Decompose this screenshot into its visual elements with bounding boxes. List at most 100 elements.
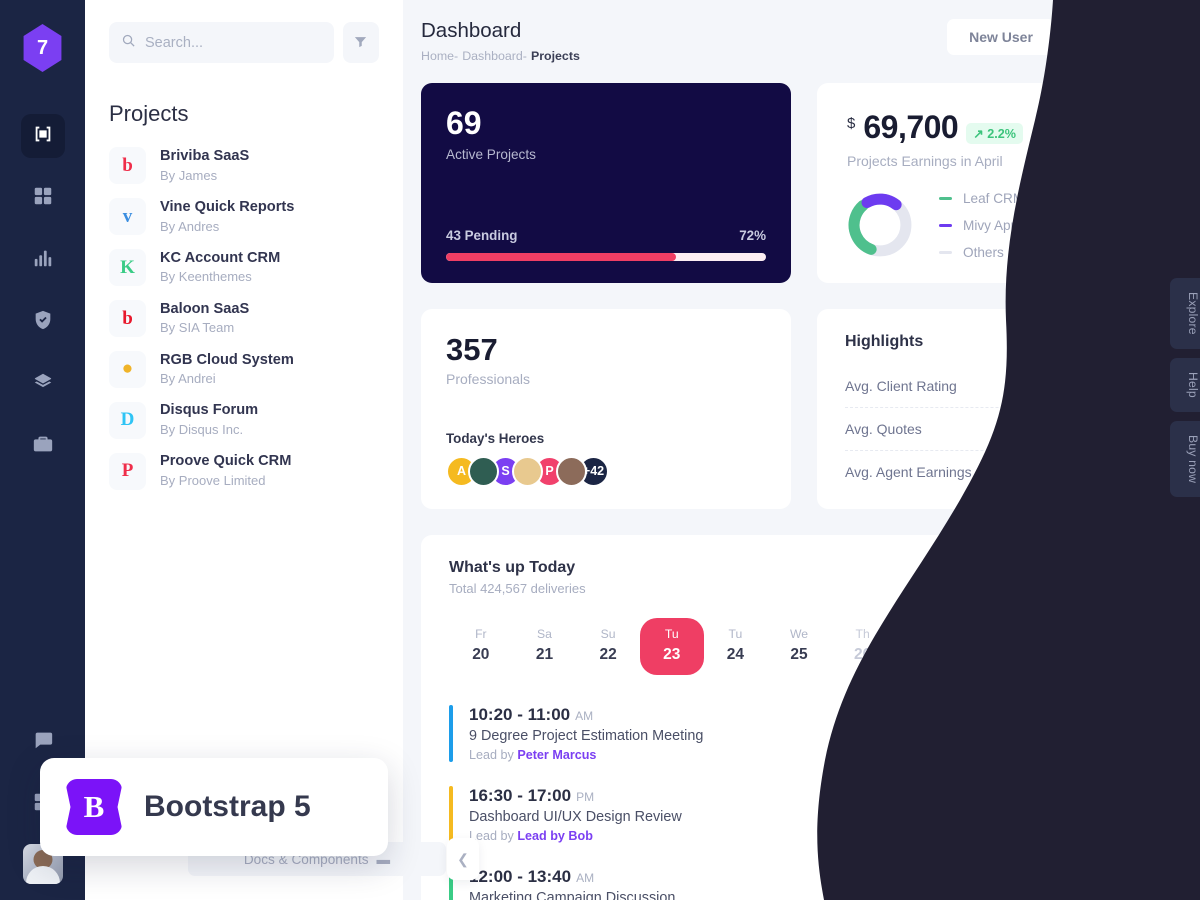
highlight-number: 730 <box>1116 420 1140 437</box>
app-logo-text: 7 <box>36 36 49 59</box>
project-list-item[interactable]: b Baloon SaaS By SIA Team <box>109 300 379 338</box>
main-content: Dashboard Home- Dashboard- Projects New Us… <box>403 0 1200 900</box>
calendar-day[interactable]: Mo 30 <box>1085 618 1149 675</box>
event-view-button[interactable]: View <box>1085 798 1149 831</box>
event-lead: Lead by Peter Marcus <box>469 747 597 762</box>
professionals-count: 357 <box>446 331 498 367</box>
project-text: Vine Quick Reports By Andres <box>160 198 294 236</box>
report-center-button[interactable]: Report Cecnter <box>1027 558 1149 593</box>
active-projects-progress-track <box>446 252 766 261</box>
highlight-label: Avg. Client Rating <box>845 377 957 394</box>
project-logo-icon: v <box>109 198 146 236</box>
search-box[interactable] <box>109 22 334 63</box>
avatar[interactable] <box>512 455 543 487</box>
project-author: By SIA Team <box>160 320 235 336</box>
panel-title: Projects <box>109 101 189 126</box>
active-projects-card: 69 Active Projects 43 Pending 72% <box>421 82 791 283</box>
topbar-actions: New User New Goal <box>947 18 1175 56</box>
project-name: Disqus Forum <box>160 402 259 419</box>
highlight-row: Avg. Quotes ↙ 730 <box>845 408 1149 451</box>
search-input[interactable] <box>145 34 322 51</box>
calendar-day[interactable]: Th 26 <box>831 618 895 675</box>
app-logo[interactable]: 7 <box>23 24 62 72</box>
calendar-day[interactable]: Sa 21 <box>513 618 577 675</box>
avatar[interactable] <box>468 455 499 487</box>
project-text: Proove Quick CRM By Proove Limited <box>160 452 291 490</box>
project-list-item[interactable]: P Proove Quick CRM By Proove Limited <box>109 452 379 490</box>
calendar-day[interactable]: We 25 <box>767 618 831 675</box>
highlights-title: Highlights <box>845 332 924 350</box>
event-time: 12:00 - 13:40 <box>469 866 572 886</box>
sidebar-collapse-button[interactable]: ❮ <box>447 838 479 880</box>
project-list-item[interactable]: b Briviba SaaS By James <box>109 147 379 185</box>
earnings-donut-chart <box>847 192 913 258</box>
briefcase-icon <box>32 433 54 460</box>
calendar-day-name: Fr <box>475 626 487 641</box>
calendar-day-name: Tu <box>728 626 743 641</box>
rail-item-projects[interactable] <box>20 114 65 158</box>
highlights-card: Highlights Avg. Client Rating ↗ 7.8/10 Avg.… <box>817 308 1175 509</box>
project-logo-icon: P <box>109 452 146 490</box>
project-list: b Briviba SaaS By James v Vine Quick Reports… <box>109 147 379 490</box>
calendar-day-number: 29 <box>1044 645 1063 663</box>
event-time-row: 10:20 - 11:00 AM <box>469 705 703 725</box>
breadcrumb-item[interactable]: Dashboard- <box>462 49 527 63</box>
calendar-day[interactable]: Fr 20 <box>449 618 513 675</box>
whats-up-today-card: What's up Today Total 424,567 deliveries… <box>421 534 1175 900</box>
earnings-subtitle: Projects Earnings in April <box>847 152 1003 169</box>
event-details: 16:30 - 17:00 PM Dashboard UI/UX Design Re… <box>469 786 682 843</box>
whats-up-subtitle: Total 424,567 deliveries <box>449 580 586 596</box>
project-list-item[interactable]: ● RGB Cloud System By Andrei <box>109 350 379 389</box>
rail-item-reports[interactable] <box>21 238 65 282</box>
project-name: KC Account CRM <box>160 249 281 266</box>
new-goal-button[interactable]: New Goal <box>1064 18 1175 56</box>
event-lead: Lead by Lead by Bob <box>469 828 593 843</box>
rail-item-dashboard[interactable] <box>21 176 65 220</box>
rail-item-layers[interactable] <box>21 362 65 406</box>
earnings-legend-row: Leaf CRM $7,660 <box>939 191 1149 206</box>
legend-color-dash <box>939 196 952 200</box>
filter-button[interactable] <box>342 22 379 63</box>
calendar-day[interactable]: Fri 27 <box>894 618 958 675</box>
project-name: Proove Quick CRM <box>160 453 292 470</box>
calendar-day-number: 28 <box>981 645 999 663</box>
project-list-item[interactable]: K KC Account CRM By Keenthemes <box>109 249 379 287</box>
highlight-number: 7.8 <box>1101 377 1121 394</box>
project-text: Baloon SaaS By SIA Team <box>160 300 249 338</box>
breadcrumb-item[interactable]: Projects <box>531 49 580 63</box>
event-lead-name[interactable]: Peter Marcus <box>517 748 596 762</box>
earnings-legend-row: Others $45,257 <box>939 245 1149 260</box>
project-logo-icon: K <box>109 249 146 287</box>
avatar[interactable] <box>556 455 587 487</box>
search-icon <box>121 33 136 53</box>
bar-chart-icon <box>32 247 54 274</box>
event-view-button[interactable]: View <box>1085 717 1149 750</box>
calendar-day[interactable]: Tu 23 <box>639 617 704 675</box>
event-time: 16:30 - 17:00 <box>469 785 572 805</box>
event-title: 9 Degree Project Estimation Meeting <box>469 727 704 744</box>
project-list-item[interactable]: v Vine Quick Reports By Andres <box>109 198 379 236</box>
calendar-day[interactable]: Sa 28 <box>958 618 1022 675</box>
project-list-item[interactable]: D Disqus Forum By Disqus Inc. <box>109 401 379 439</box>
event-time-row: 12:00 - 13:40 AM <box>469 867 675 887</box>
legend-value: $7,660 <box>1107 190 1149 206</box>
bootstrap-logo-icon: B <box>66 779 122 835</box>
highlight-value: ↙ 730 <box>1097 421 1149 437</box>
project-author: By Disqus Inc. <box>160 422 244 438</box>
todays-heroes-title: Today's Heroes <box>446 430 545 446</box>
event-view-button[interactable]: View <box>1085 872 1149 900</box>
whats-up-titles: What's up Today Total 424,567 deliveries <box>449 559 586 596</box>
calendar-day-name: We <box>789 626 809 641</box>
trend-arrow-icon: ↙ <box>1096 420 1108 436</box>
calendar-day-number: 20 <box>472 645 490 663</box>
project-logo-icon: D <box>109 401 146 439</box>
event-lead-name[interactable]: Lead by Bob <box>517 829 593 843</box>
new-user-button[interactable]: New User <box>947 19 1055 55</box>
calendar-day[interactable]: Tu 24 <box>704 618 768 675</box>
earnings-amount-row: $ 69,700 ↗ 2.2% <box>847 109 1149 146</box>
rail-item-work[interactable] <box>21 424 65 468</box>
breadcrumb-item[interactable]: Home- <box>421 49 458 63</box>
calendar-day[interactable]: Su 22 <box>576 618 640 675</box>
calendar-day[interactable]: Su 29 <box>1022 618 1086 675</box>
rail-item-security[interactable] <box>21 300 65 344</box>
